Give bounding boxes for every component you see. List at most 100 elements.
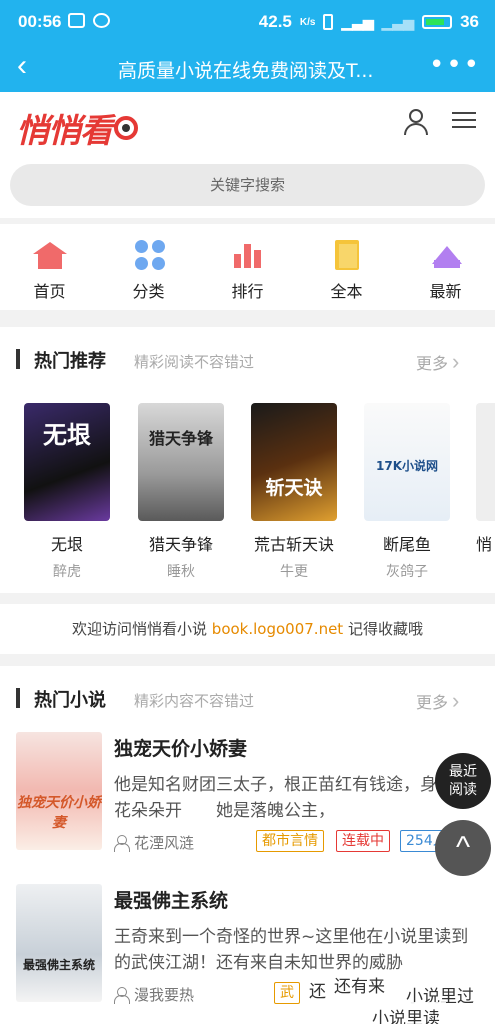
status-tag: 连载中 bbox=[336, 830, 390, 852]
back-to-top-button[interactable]: ^ bbox=[435, 820, 491, 876]
book-cover: 17K小说网 bbox=[364, 403, 450, 521]
book-name: 猎天争锋 bbox=[148, 535, 213, 554]
status-icons bbox=[68, 13, 110, 28]
main-nav: 首页 分类 排行 全本 最新 bbox=[0, 224, 495, 310]
hot-novels-section: 热门小说 精彩内容不容错过 更多 › 独宠天价小娇妻 独宠天价小娇妻 他是知名财团… bbox=[0, 666, 495, 1024]
cover-title: 最强佛主系统 bbox=[22, 958, 95, 972]
nav-category[interactable]: 分类 bbox=[119, 224, 179, 310]
novel-desc: 他是知名财团三太子，根正苗红有钱途，身边桃花朵朵开 她是落魄公主， bbox=[114, 775, 471, 821]
novel-author: 漫我要热 bbox=[114, 984, 194, 1005]
welcome-prefix: 欢迎访问悄悄看小说 bbox=[72, 620, 212, 638]
author-name: 漫我要热 bbox=[134, 986, 195, 1004]
book-card[interactable]: 无垠 无垠 醉虎 bbox=[22, 403, 112, 581]
toast-text: 小说里读 bbox=[366, 1002, 446, 1024]
nav-rank[interactable]: 排行 bbox=[218, 224, 278, 310]
more-link[interactable]: 更多 › bbox=[416, 688, 459, 714]
nav-label: 排行 bbox=[231, 282, 264, 301]
signal-icon: ▁▃▅ bbox=[341, 13, 374, 30]
book-author: 牛更 bbox=[280, 564, 308, 580]
novel-meta: 花湮风涟 都市言情 连载中 254人看过 bbox=[114, 830, 484, 854]
book-icon bbox=[334, 240, 359, 270]
cover-title: 独宠天价小娇妻 bbox=[17, 795, 101, 831]
cover-title: 猎天争锋 bbox=[148, 429, 213, 448]
welcome-banner: 欢迎访问悄悄看小说 book.logo007.net 记得收藏哦 bbox=[0, 604, 495, 654]
recent-label-2: 阅读 bbox=[449, 782, 477, 798]
novel-author: 花湮风涟 bbox=[114, 832, 194, 853]
vibrate-icon bbox=[323, 14, 334, 30]
browser-title-bar: ‹ 高质量小说在线免费阅读及T... ••• bbox=[0, 44, 495, 92]
search-input[interactable]: 关键字搜索 bbox=[10, 164, 485, 206]
status-time: 00:56 bbox=[18, 12, 62, 31]
nav-label: 全本 bbox=[330, 282, 363, 301]
genre-tag: 都市言情 bbox=[256, 830, 324, 852]
user-icon bbox=[114, 834, 130, 852]
cover-title: 斩天诀 bbox=[265, 477, 323, 499]
nav-label: 首页 bbox=[33, 282, 66, 301]
book-carousel: 无垠 无垠 醉虎 猎天争锋 猎天争锋 睡秋 斩天诀 荒古斩天诀 牛更 17K小说… bbox=[0, 403, 495, 583]
chevron-up-icon: ^ bbox=[455, 831, 471, 864]
author-name: 花湮风涟 bbox=[134, 834, 195, 852]
back-icon[interactable]: ‹ bbox=[8, 49, 36, 83]
category-icon bbox=[134, 240, 165, 270]
home-icon bbox=[32, 242, 67, 269]
nav-label: 最新 bbox=[429, 282, 462, 301]
section-subtitle: 精彩内容不容错过 bbox=[134, 692, 255, 710]
novel-cover: 最强佛主系统 bbox=[16, 884, 102, 1002]
section-bar bbox=[16, 688, 20, 708]
user-icon bbox=[114, 986, 130, 1004]
nav-home[interactable]: 首页 bbox=[20, 224, 80, 310]
status-tag: 还 bbox=[309, 982, 326, 1002]
book-name: 荒古斩天诀 bbox=[253, 535, 334, 554]
novel-title: 独宠天价小娇妻 bbox=[114, 738, 248, 760]
book-name: 断尾鱼 bbox=[382, 535, 431, 554]
logo-text: 悄悄看 bbox=[16, 111, 113, 150]
book-cover: 猎天争锋 bbox=[138, 403, 224, 521]
section-header: 热门小说 精彩内容不容错过 更多 › bbox=[0, 666, 495, 732]
section-header: 热门推荐 精彩阅读不容错过 更多 › bbox=[0, 327, 495, 393]
book-author: 醉虎 bbox=[53, 564, 81, 580]
chevron-right-icon: › bbox=[452, 349, 460, 374]
site-url[interactable]: book.logo007.net bbox=[212, 620, 343, 638]
book-cover: 斩天诀 bbox=[251, 403, 337, 521]
chevron-right-icon: › bbox=[452, 688, 460, 713]
logo-eye-icon bbox=[114, 116, 138, 140]
book-cover: 无垠 bbox=[24, 403, 110, 521]
recent-reading-button[interactable]: 最近 阅读 bbox=[435, 753, 491, 809]
battery-icon bbox=[422, 15, 453, 29]
section-subtitle: 精彩阅读不容错过 bbox=[134, 353, 255, 371]
notification-icon bbox=[68, 13, 85, 28]
recent-label-1: 最近 bbox=[449, 764, 477, 780]
search-area: 关键字搜索 bbox=[0, 152, 495, 218]
cover-title: 无垠 bbox=[43, 420, 91, 449]
book-card[interactable]: 斩天诀 荒古斩天诀 牛更 bbox=[249, 403, 339, 581]
novel-desc: 王奇来到一个奇怪的世界~这里他在小说里读到的武侠江湖！还有来自未知世界的威胁 bbox=[114, 927, 469, 973]
book-card[interactable]: 悄 bbox=[476, 403, 495, 555]
nav-label: 分类 bbox=[132, 282, 165, 301]
novel-item[interactable]: 独宠天价小娇妻 独宠天价小娇妻 他是知名财团三太子，根正苗红有钱途，身边桃花朵朵… bbox=[0, 732, 495, 872]
site-logo[interactable]: 悄悄看 bbox=[16, 104, 138, 152]
more-menu-icon[interactable]: ••• bbox=[429, 50, 481, 80]
genre-tag: 武 bbox=[274, 982, 300, 1004]
hotspot-icon bbox=[93, 13, 110, 28]
book-author: 睡秋 bbox=[167, 564, 195, 580]
menu-icon[interactable] bbox=[452, 112, 476, 130]
battery-level: 36 bbox=[460, 12, 479, 31]
more-link[interactable]: 更多 › bbox=[416, 349, 459, 375]
cover-title: 17K小说网 bbox=[376, 459, 438, 473]
welcome-suffix: 记得收藏哦 bbox=[343, 620, 423, 638]
nav-latest[interactable]: 最新 bbox=[416, 224, 476, 310]
rank-icon bbox=[233, 242, 264, 268]
status-bar: 00:56 42.5 K/s ▁▃▅ ▁▃▅ 36 bbox=[0, 0, 495, 44]
book-name: 悄 bbox=[476, 535, 493, 554]
book-card[interactable]: 猎天争锋 猎天争锋 睡秋 bbox=[136, 403, 226, 581]
signal-icon-2: ▁▃▅ bbox=[381, 13, 415, 30]
more-label: 更多 bbox=[416, 354, 449, 373]
novel-title: 最强佛主系统 bbox=[114, 890, 229, 912]
book-card[interactable]: 17K小说网 断尾鱼 灰鸽子 bbox=[362, 403, 452, 581]
user-icon[interactable] bbox=[404, 109, 428, 135]
crown-icon bbox=[431, 242, 462, 268]
nav-complete[interactable]: 全本 bbox=[317, 224, 377, 310]
more-label: 更多 bbox=[416, 693, 449, 712]
section-title: 热门推荐 bbox=[34, 351, 106, 372]
book-author: 灰鸽子 bbox=[386, 564, 428, 580]
